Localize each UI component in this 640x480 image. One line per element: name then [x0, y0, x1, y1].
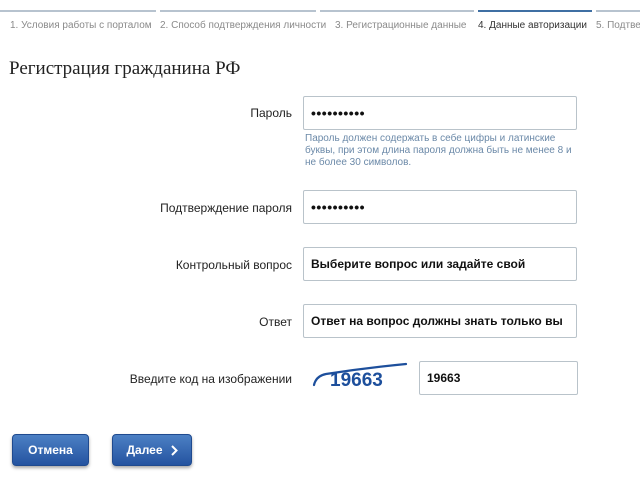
page-title: Регистрация гражданина РФ [9, 58, 241, 79]
cancel-button-label: Отмена [28, 443, 73, 457]
password-field[interactable]: •••••••••• [303, 96, 577, 130]
progress-steps: 1. Условия работы с порталом 2. Способ п… [0, 0, 640, 40]
answer-label: Ответ [259, 315, 292, 329]
step-5: 5. Подтве [596, 0, 640, 40]
captcha-input[interactable]: 19663 [419, 361, 578, 395]
step-label: 3. Регистрационные данные [335, 20, 467, 31]
step-3: 3. Регистрационные данные [320, 0, 476, 40]
password-label: Пароль [250, 106, 292, 120]
security-question-value: Выберите вопрос или задайте свой [311, 257, 526, 271]
step-label: 2. Способ подтверждения личности [160, 20, 327, 31]
chevron-right-icon [170, 444, 178, 456]
security-question-field[interactable]: Выберите вопрос или задайте свой [303, 247, 577, 281]
captcha-text: 19663 [330, 370, 383, 391]
captcha-image: 19663 [312, 362, 408, 391]
answer-value: Ответ на вопрос должны знать только вы [311, 314, 563, 328]
security-question-label: Контрольный вопрос [175, 258, 292, 272]
cancel-button[interactable]: Отмена [12, 434, 89, 466]
captcha-input-value: 19663 [427, 371, 461, 385]
password-confirm-label: Подтверждение пароля [160, 201, 292, 215]
step-2: 2. Способ подтверждения личности [160, 0, 326, 40]
password-hint: Пароль должен содержать в себе цифры и л… [305, 133, 572, 168]
password-value: •••••••••• [311, 105, 366, 121]
password-confirm-value: •••••••••• [311, 199, 366, 215]
next-button-label: Далее [126, 443, 163, 457]
step-label: 4. Данные авторизации [478, 20, 587, 31]
step-label: 5. Подтве [596, 20, 640, 31]
password-confirm-field[interactable]: •••••••••• [303, 190, 577, 224]
captcha-label: Введите код на изображении [129, 372, 292, 386]
step-1: 1. Условия работы с порталом [0, 0, 158, 40]
step-4: 4. Данные авторизации [478, 0, 594, 40]
step-label: 1. Условия работы с порталом [10, 20, 152, 31]
answer-field[interactable]: Ответ на вопрос должны знать только вы [303, 304, 577, 338]
next-button[interactable]: Далее [112, 434, 192, 466]
